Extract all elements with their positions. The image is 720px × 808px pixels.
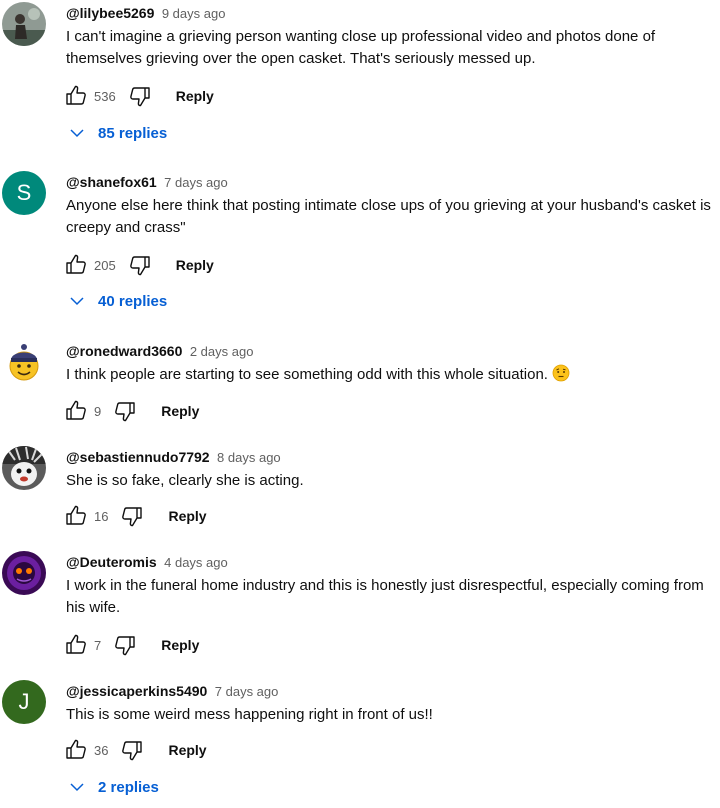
like-count: 16: [94, 508, 109, 524]
replies-count-label: 40 replies: [98, 292, 168, 310]
thumbs-down-icon[interactable]: [128, 84, 152, 108]
comment-header: @shanefox61 7 days ago: [66, 171, 228, 193]
chevron-down-icon: [68, 292, 86, 310]
reply-button[interactable]: Reply: [176, 257, 214, 273]
reply-button[interactable]: Reply: [168, 508, 206, 524]
like-count: 7: [94, 637, 102, 653]
reply-button[interactable]: Reply: [161, 637, 199, 653]
like-count: 9: [94, 403, 102, 419]
timestamp[interactable]: 8 days ago: [217, 450, 281, 465]
timestamp[interactable]: 7 days ago: [215, 684, 279, 699]
comment-actions: 36 Reply: [64, 738, 207, 762]
comment-header: @sebastiennudo7792 8 days ago: [66, 446, 281, 468]
like-count: 205: [94, 257, 116, 273]
avatar[interactable]: [2, 2, 46, 46]
comment-header: @Deuteromis 4 days ago: [66, 551, 228, 573]
chevron-down-icon: [68, 124, 86, 142]
comment-text: I work in the funeral home industry and …: [66, 577, 704, 616]
timestamp[interactable]: 2 days ago: [190, 344, 254, 359]
comment-actions: 536 Reply: [64, 84, 214, 108]
author-name[interactable]: @jessicaperkins5490: [66, 683, 207, 699]
comment-text: I can't imagine a grieving person wantin…: [66, 28, 656, 67]
thumbs-up-icon[interactable]: [64, 253, 88, 277]
timestamp[interactable]: 7 days ago: [164, 175, 228, 190]
author-name[interactable]: @lilybee5269: [66, 5, 154, 21]
comment-actions: 7 Reply: [64, 633, 199, 657]
comment-text: This is some weird mess happening right …: [66, 706, 433, 723]
replies-count-label: 2 replies: [98, 778, 159, 796]
view-replies-button[interactable]: 85 replies: [68, 121, 167, 145]
comment-header: @lilybee5269 9 days ago: [66, 2, 225, 24]
thumbs-up-icon[interactable]: [64, 84, 88, 108]
comment-text-row: I think people are starting to see somet…: [66, 364, 716, 386]
avatar-letter: J: [18, 689, 30, 714]
thumbs-up-icon[interactable]: [64, 633, 88, 657]
reply-button[interactable]: Reply: [176, 88, 214, 104]
author-name[interactable]: @shanefox61: [66, 174, 157, 190]
thumbs-down-icon[interactable]: [113, 633, 137, 657]
view-replies-button[interactable]: 40 replies: [68, 289, 167, 313]
comment-actions: 9 Reply: [64, 399, 199, 423]
timestamp[interactable]: 4 days ago: [164, 555, 228, 570]
comments-list: @lilybee5269 9 days ago I can't imagine …: [0, 0, 720, 808]
avatar[interactable]: [2, 551, 46, 595]
comment-text: Anyone else here think that posting inti…: [66, 197, 711, 236]
reply-button[interactable]: Reply: [168, 742, 206, 758]
comment-actions: 16 Reply: [64, 504, 207, 528]
comment-text: She is so fake, clearly she is acting.: [66, 472, 304, 489]
like-count: 36: [94, 742, 109, 758]
timestamp[interactable]: 9 days ago: [162, 6, 226, 21]
thumbs-down-icon[interactable]: [120, 504, 144, 528]
avatar[interactable]: [2, 446, 46, 490]
author-name[interactable]: @Deuteromis: [66, 554, 157, 570]
comment-header: @jessicaperkins5490 7 days ago: [66, 680, 278, 702]
comment-actions: 205 Reply: [64, 253, 214, 277]
reply-button[interactable]: Reply: [161, 403, 199, 419]
thumbs-up-icon[interactable]: [64, 504, 88, 528]
chevron-down-icon: [68, 778, 86, 796]
like-count: 536: [94, 88, 116, 104]
avatar-letter: S: [16, 180, 32, 205]
comment-text: I think people are starting to see somet…: [66, 366, 548, 383]
thumbs-up-icon[interactable]: [64, 738, 88, 762]
avatar[interactable]: J: [2, 680, 46, 724]
avatar[interactable]: S: [2, 171, 46, 215]
thumbs-down-icon[interactable]: [128, 253, 152, 277]
comment-header: @ronedward3660 2 days ago: [66, 340, 253, 362]
replies-count-label: 85 replies: [98, 124, 168, 142]
thumbs-down-icon[interactable]: [120, 738, 144, 762]
thumbs-down-icon[interactable]: [113, 399, 137, 423]
author-name[interactable]: @sebastiennudo7792: [66, 449, 210, 465]
raised-eyebrow-emoji-icon: [552, 364, 570, 382]
view-replies-button[interactable]: 2 replies: [68, 775, 159, 799]
author-name[interactable]: @ronedward3660: [66, 343, 182, 359]
avatar[interactable]: [2, 340, 46, 384]
thumbs-up-icon[interactable]: [64, 399, 88, 423]
